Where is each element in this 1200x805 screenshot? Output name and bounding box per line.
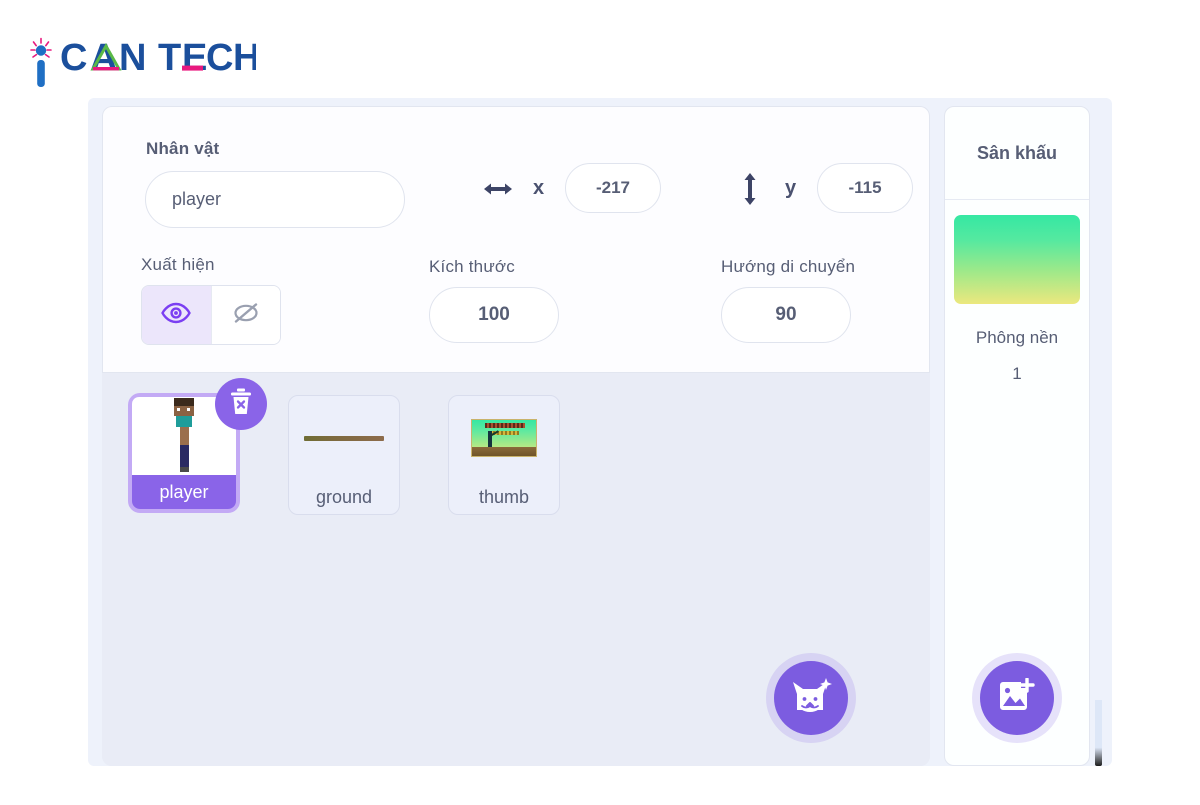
sprite-name-input[interactable]: player: [145, 171, 405, 228]
sprite-thumbnail-ground: [289, 396, 399, 480]
show-sprite-button[interactable]: [142, 286, 211, 344]
backdrop-count: 1: [1012, 364, 1022, 383]
add-sprite-button[interactable]: [774, 661, 848, 735]
trash-delete-icon: [227, 387, 255, 422]
sprite-section-title: Nhân vật: [146, 139, 220, 158]
x-axis-label: x: [533, 177, 545, 199]
sprite-tile-thumb[interactable]: thumb: [448, 395, 560, 515]
svg-text:C: C: [206, 37, 234, 79]
app-frame: Nhân vật player x -217 y -115 Xuất hiện …: [88, 98, 1112, 766]
y-position-input[interactable]: -115: [817, 163, 913, 213]
size-value: 100: [478, 304, 510, 325]
stage-title: Sân khấu: [945, 107, 1089, 200]
sprite-column: Nhân vật player x -217 y -115 Xuất hiện …: [102, 106, 930, 766]
x-position-input[interactable]: -217: [565, 163, 661, 213]
eye-icon: [161, 302, 192, 329]
visibility-label: Xuất hiện: [141, 255, 215, 274]
sprite-thumbnail-thumb: [449, 396, 559, 480]
vertical-arrow-icon: [739, 169, 761, 209]
svg-text:E: E: [182, 37, 208, 79]
direction-label: Hướng di chuyển: [721, 257, 856, 276]
icantech-i-mark-icon: [28, 36, 58, 88]
cat-plus-icon: [790, 676, 832, 721]
svg-text:H: H: [233, 37, 256, 79]
brand-logo: C A N T E C H: [28, 36, 260, 88]
size-input[interactable]: 100: [429, 287, 559, 343]
direction-value: 90: [775, 304, 797, 325]
size-label: Kích thước: [429, 257, 515, 276]
image-plus-icon: [997, 676, 1037, 719]
minecraft-scene-icon: [471, 419, 537, 457]
sprite-list: player ground thumb: [102, 373, 930, 766]
y-axis-label: y: [785, 177, 797, 199]
y-position-value: -115: [848, 178, 882, 197]
add-backdrop-button[interactable]: [980, 661, 1054, 735]
sprite-tile-label: player: [159, 482, 209, 502]
horizontal-arrow-icon: [481, 175, 515, 203]
svg-text:N: N: [119, 37, 147, 79]
backdrop-label: Phông nền: [975, 328, 1059, 347]
eye-slash-icon: [231, 301, 261, 330]
brand-wordmark: C A N T E C H: [60, 36, 260, 86]
sprite-name-value: player: [172, 189, 222, 209]
svg-text:C: C: [60, 37, 88, 79]
x-position-value: -217: [595, 178, 631, 197]
steve-character-icon: [171, 398, 197, 474]
direction-input[interactable]: 90: [721, 287, 851, 343]
ground-bar-icon: [304, 435, 384, 441]
svg-text:T: T: [158, 37, 182, 79]
sprite-tile-label: thumb: [478, 487, 530, 507]
delete-sprite-button[interactable]: [215, 378, 267, 430]
sprite-tile-label: ground: [315, 487, 373, 507]
sprite-tile-ground[interactable]: ground: [288, 395, 400, 515]
sprite-info-panel: Nhân vật player x -217 y -115 Xuất hiện …: [102, 106, 930, 373]
backdrop-thumbnail[interactable]: [954, 215, 1080, 304]
scroll-edge-indicator[interactable]: [1095, 700, 1102, 766]
visibility-toggle-group[interactable]: [141, 285, 281, 345]
hide-sprite-button[interactable]: [210, 286, 280, 344]
